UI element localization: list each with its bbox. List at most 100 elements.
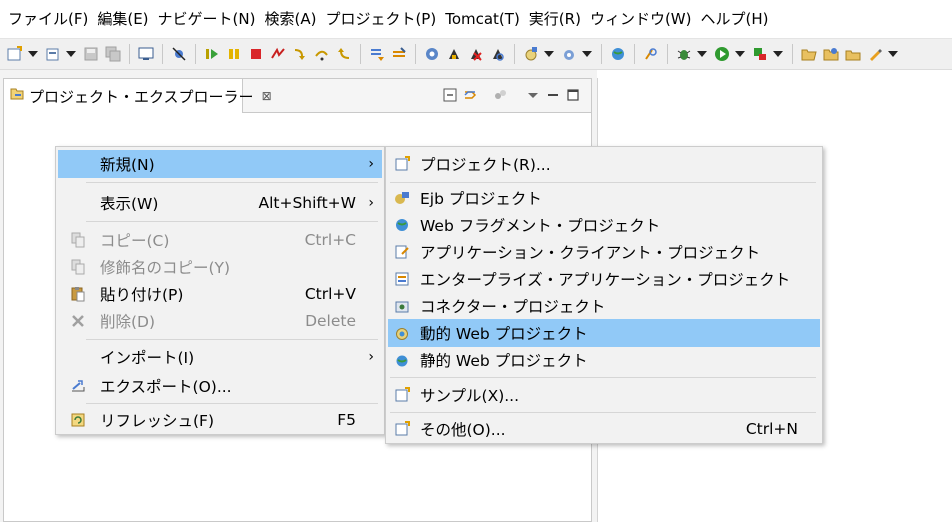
menu-item-label: プロジェクト(R)... xyxy=(420,156,551,174)
app-client-icon xyxy=(394,244,410,260)
new-package-dropdown-icon[interactable] xyxy=(582,51,592,57)
skip-breakpoints-icon[interactable] xyxy=(171,46,187,62)
submenu-item-project[interactable]: プロジェクト(R)... xyxy=(388,150,820,178)
submenu-item-web-fragment-project[interactable]: Web フラグメント・プロジェクト xyxy=(388,211,820,239)
folder-icon[interactable] xyxy=(823,46,839,62)
new-wizard-icon[interactable] xyxy=(7,46,23,62)
toolbar-separator xyxy=(514,44,515,64)
step-return-icon[interactable] xyxy=(336,46,352,62)
link-with-editor-icon[interactable] xyxy=(463,88,477,102)
menu-item-delete[interactable]: 削除(D) Delete xyxy=(58,307,382,335)
menu-item-shortcut: Alt+Shift+W xyxy=(258,194,356,212)
submenu-item-enterprise-app-project[interactable]: エンタープライズ・アプリケーション・プロジェクト xyxy=(388,265,820,293)
focus-icon[interactable] xyxy=(493,88,507,102)
menu-item-refresh[interactable]: リフレッシュ(F) F5 xyxy=(58,406,382,434)
close-icon[interactable]: ⊠ xyxy=(262,89,272,103)
toolbar-separator xyxy=(129,44,130,64)
menu-item-label: 修飾名のコピー(Y) xyxy=(100,259,231,277)
context-menu: 新規(N) › 表示(W) Alt+Shift+W › コピー(C) Ctrl+… xyxy=(55,146,385,435)
save-all-icon[interactable] xyxy=(105,46,121,62)
pen-icon[interactable] xyxy=(867,46,883,62)
new-project-icon xyxy=(394,156,410,172)
external-tools-icon[interactable] xyxy=(752,46,768,62)
terminate-icon[interactable] xyxy=(248,46,264,62)
submenu-item-app-client-project[interactable]: アプリケーション・クライアント・プロジェクト xyxy=(388,238,820,266)
submenu-item-example[interactable]: サンプル(X)... xyxy=(388,381,820,409)
menu-bar: ファイル(F) 編集(E) ナビゲート(N) 検索(A) プロジェクト(P) T… xyxy=(0,0,952,38)
menu-window[interactable]: ウィンドウ(W) xyxy=(588,0,699,38)
menu-file[interactable]: ファイル(F) xyxy=(6,0,95,38)
menu-separator xyxy=(390,412,816,413)
step-into-icon[interactable] xyxy=(292,46,308,62)
new-java-dropdown-icon[interactable] xyxy=(544,51,554,57)
chevron-right-icon: › xyxy=(368,156,374,172)
folder-open-icon[interactable] xyxy=(801,46,817,62)
menu-tomcat[interactable]: Tomcat(T) xyxy=(443,0,527,38)
export-icon xyxy=(70,378,86,394)
new-package-icon[interactable] xyxy=(561,46,577,62)
run-dropdown-icon[interactable] xyxy=(735,51,745,57)
toolbar-separator xyxy=(792,44,793,64)
new-java-project-icon[interactable] xyxy=(523,46,539,62)
globe-icon[interactable] xyxy=(610,46,626,62)
submenu-item-dynamic-web-project[interactable]: 動的 Web プロジェクト xyxy=(388,319,820,347)
menu-navigate[interactable]: ナビゲート(N) xyxy=(156,0,263,38)
copy-icon xyxy=(70,232,86,248)
menu-search[interactable]: 検索(A) xyxy=(262,0,323,38)
menu-project[interactable]: プロジェクト(P) xyxy=(323,0,443,38)
toolbar-separator xyxy=(415,44,416,64)
run-icon[interactable] xyxy=(714,46,730,62)
folder-new-icon[interactable] xyxy=(845,46,861,62)
search-icon[interactable] xyxy=(643,46,659,62)
maximize-icon[interactable] xyxy=(566,88,580,102)
menu-help[interactable]: ヘルプ(H) xyxy=(698,0,775,38)
menu-item-show-in[interactable]: 表示(W) Alt+Shift+W › xyxy=(58,189,382,217)
tomcat-stop-icon[interactable] xyxy=(468,46,484,62)
tomcat-restart-icon[interactable] xyxy=(490,46,506,62)
resume-icon[interactable] xyxy=(204,46,220,62)
menu-item-label: エンタープライズ・アプリケーション・プロジェクト xyxy=(420,271,791,289)
menu-edit[interactable]: 編集(E) xyxy=(95,0,155,38)
disconnect-icon[interactable] xyxy=(270,46,286,62)
suspend-icon[interactable] xyxy=(226,46,242,62)
pen-dropdown-icon[interactable] xyxy=(888,51,898,57)
new-server-dropdown-icon[interactable] xyxy=(66,51,76,57)
debug-dropdown-icon[interactable] xyxy=(697,51,707,57)
main-toolbar xyxy=(0,38,952,70)
menu-item-new[interactable]: 新規(N) › xyxy=(58,150,382,178)
menu-item-label: 静的 Web プロジェクト xyxy=(420,352,588,370)
new-server-icon[interactable] xyxy=(45,46,61,62)
new-submenu: プロジェクト(R)... Ejb プロジェクト Web フラグメント・プロジェク… xyxy=(385,146,823,444)
tomcat-start-icon[interactable] xyxy=(446,46,462,62)
submenu-item-other[interactable]: その他(O)... Ctrl+N xyxy=(388,415,820,443)
menu-item-import[interactable]: インポート(I) › xyxy=(58,343,382,371)
submenu-item-static-web-project[interactable]: 静的 Web プロジェクト xyxy=(388,346,820,374)
other-wizard-icon xyxy=(394,421,410,437)
menu-item-copy-qualified-name[interactable]: 修飾名のコピー(Y) xyxy=(58,253,382,281)
delete-icon xyxy=(70,313,86,329)
new-dropdown-icon[interactable] xyxy=(28,51,38,57)
example-icon xyxy=(394,387,410,403)
external-tools-dropdown-icon[interactable] xyxy=(773,51,783,57)
web-fragment-icon xyxy=(394,217,410,233)
menu-item-paste[interactable]: 貼り付け(P) Ctrl+V xyxy=(58,280,382,308)
open-type-icon[interactable] xyxy=(369,46,385,62)
open-task-icon[interactable] xyxy=(391,46,407,62)
menu-run[interactable]: 実行(R) xyxy=(527,0,588,38)
submenu-item-ejb-project[interactable]: Ejb プロジェクト xyxy=(388,184,820,212)
project-explorer-icon xyxy=(9,86,25,106)
chevron-right-icon: › xyxy=(368,195,374,211)
menu-separator xyxy=(86,339,378,340)
menu-item-export[interactable]: エクスポート(O)... xyxy=(58,372,382,400)
debug-icon[interactable] xyxy=(676,46,692,62)
project-explorer-tab[interactable]: プロジェクト・エクスプローラー ⊠ xyxy=(4,79,272,113)
submenu-item-connector-project[interactable]: コネクター・プロジェクト xyxy=(388,292,820,320)
step-over-icon[interactable] xyxy=(314,46,330,62)
menu-item-copy[interactable]: コピー(C) Ctrl+C xyxy=(58,226,382,254)
save-icon[interactable] xyxy=(83,46,99,62)
collapse-all-icon[interactable] xyxy=(443,88,457,102)
view-menu-icon[interactable] xyxy=(526,88,540,102)
settings-gear-icon[interactable] xyxy=(424,46,440,62)
minimize-icon[interactable] xyxy=(546,88,560,102)
console-icon[interactable] xyxy=(138,46,154,62)
